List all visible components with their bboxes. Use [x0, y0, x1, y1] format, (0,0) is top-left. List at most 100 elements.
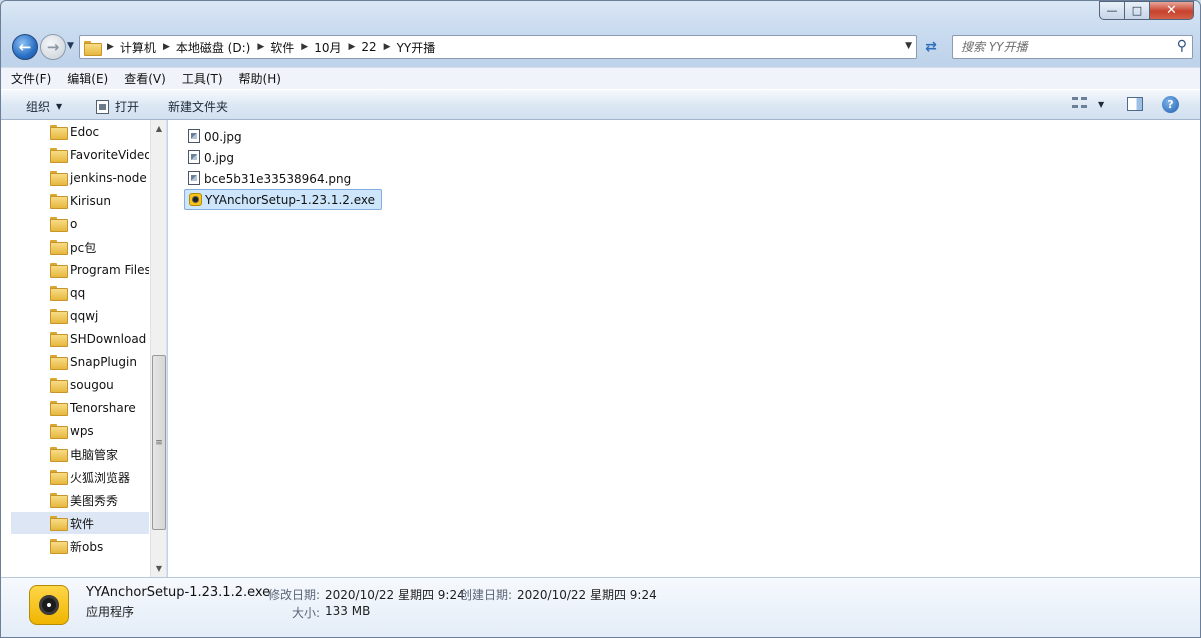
new-folder-button[interactable]: 新建文件夹	[168, 98, 228, 115]
open-button[interactable]: 打开	[96, 98, 139, 115]
sidebar-item-software[interactable]: 软件	[11, 512, 149, 534]
open-label: 打开	[115, 100, 140, 114]
scroll-down-icon[interactable]: ▼	[151, 560, 166, 577]
sidebar-item-kirisun[interactable]: Kirisun	[11, 190, 149, 212]
sidebar-item-program-files[interactable]: Program Files	[11, 259, 149, 281]
maximize-button[interactable]: □	[1125, 1, 1150, 20]
back-button[interactable]: ←	[12, 34, 38, 60]
navigation-pane: Edoc FavoriteVideo jenkins-node Kirisun …	[1, 120, 167, 577]
details-modified-value: 2020/10/22 星期四 9:24	[325, 588, 465, 602]
sidebar-item-snapplugin[interactable]: SnapPlugin	[11, 351, 149, 373]
folder-icon	[50, 309, 68, 324]
file-name: 00.jpg	[204, 129, 242, 144]
file-item-00-jpg[interactable]: 00.jpg	[184, 126, 248, 147]
menu-file[interactable]: 文件(F)	[11, 70, 51, 87]
organize-button[interactable]: 组织 ▼	[26, 98, 62, 115]
folder-icon	[50, 263, 68, 278]
open-file-icon	[96, 99, 109, 114]
scroll-up-icon[interactable]: ▲	[151, 120, 166, 137]
command-bar: 组织 ▼ 打开 新建文件夹 ▼ ?	[1, 89, 1200, 120]
folder-icon	[50, 148, 68, 163]
help-icon[interactable]: ?	[1162, 96, 1179, 113]
file-name: bce5b31e33538964.png	[204, 171, 352, 186]
file-name: YYAnchorSetup-1.23.1.2.exe	[205, 192, 375, 207]
breadcrumb-separator[interactable]: ▶	[257, 42, 264, 52]
breadcrumb-drive-d[interactable]: 本地磁盘 (D:)	[176, 39, 250, 56]
close-button[interactable]: ✕	[1150, 1, 1194, 20]
navigation-scrollbar[interactable]: ▲ ≡ ▼	[150, 120, 166, 577]
sidebar-item-firefox[interactable]: 火狐浏览器	[11, 466, 149, 488]
folder-icon	[50, 171, 68, 186]
sidebar-item-jenkins-node[interactable]: jenkins-node	[11, 167, 149, 189]
folder-icon	[84, 40, 102, 56]
chevron-down-icon: ▼	[56, 102, 63, 111]
details-size-label: 大小:	[292, 606, 321, 620]
details-size-value: 133 MB	[325, 604, 371, 618]
organize-label: 组织	[26, 100, 51, 114]
image-file-icon	[188, 150, 200, 164]
folder-icon	[50, 493, 68, 508]
folder-icon	[50, 470, 68, 485]
menu-view[interactable]: 查看(V)	[124, 70, 166, 87]
folder-icon	[50, 424, 68, 439]
sidebar-item-pc-manager[interactable]: 电脑管家	[11, 443, 149, 465]
menu-tools[interactable]: 工具(T)	[182, 70, 223, 87]
caption-buttons: — □ ✕	[1099, 1, 1194, 20]
recent-pages-dropdown-icon[interactable]: ▼	[67, 41, 74, 51]
file-name: 0.jpg	[204, 150, 235, 165]
search-icon[interactable]: ⚲	[1177, 38, 1187, 54]
breadcrumb-separator[interactable]: ▶	[301, 42, 308, 52]
file-item-png[interactable]: bce5b31e33538964.png	[184, 168, 357, 189]
refresh-icon[interactable]: ⇄	[921, 37, 941, 57]
search-input[interactable]	[961, 40, 1161, 54]
breadcrumb-separator[interactable]: ▶	[107, 42, 114, 52]
image-file-icon	[188, 129, 200, 143]
breadcrumb-october[interactable]: 10月	[314, 39, 341, 56]
sidebar-item-qqwj[interactable]: qqwj	[11, 305, 149, 327]
sidebar-item-qq[interactable]: qq	[11, 282, 149, 304]
details-created-value: 2020/10/22 星期四 9:24	[517, 588, 657, 602]
navigation-bar: ← → ▼ ▶ 计算机 ▶ 本地磁盘 (D:) ▶ 软件 ▶ 10月 ▶ 22 …	[9, 31, 1193, 63]
folder-icon	[50, 194, 68, 209]
sidebar-item-edoc[interactable]: Edoc	[11, 121, 149, 143]
breadcrumb-yy-kaibo[interactable]: YY开播	[397, 39, 436, 56]
file-list-pane: 00.jpg 0.jpg bce5b31e33538964.png YYAnch…	[168, 120, 1200, 577]
breadcrumb-computer[interactable]: 计算机	[120, 39, 156, 56]
folder-icon	[50, 516, 68, 531]
scroll-thumb[interactable]: ≡	[152, 355, 166, 530]
view-options-dropdown-icon[interactable]: ▼	[1098, 100, 1104, 109]
sidebar-item-favoritevideo[interactable]: FavoriteVideo	[11, 144, 149, 166]
minimize-button[interactable]: —	[1099, 1, 1125, 20]
breadcrumb-separator[interactable]: ▶	[163, 42, 170, 52]
details-file-type: 应用程序	[86, 605, 135, 619]
yy-exe-icon	[189, 193, 202, 206]
file-item-yyanchorsetup-exe[interactable]: YYAnchorSetup-1.23.1.2.exe	[184, 189, 382, 210]
change-view-icon[interactable]	[1072, 97, 1087, 111]
sidebar-item-shdownload[interactable]: SHDownload	[11, 328, 149, 350]
breadcrumb-separator[interactable]: ▶	[348, 42, 355, 52]
breadcrumb-software[interactable]: 软件	[270, 39, 294, 56]
sidebar-item-pc-bao[interactable]: pc包	[11, 236, 149, 258]
sidebar-item-meitu[interactable]: 美图秀秀	[11, 489, 149, 511]
sidebar-item-sougou[interactable]: sougou	[11, 374, 149, 396]
forward-button[interactable]: →	[40, 34, 66, 60]
address-bar[interactable]: ▶ 计算机 ▶ 本地磁盘 (D:) ▶ 软件 ▶ 10月 ▶ 22 ▶ YY开播…	[79, 35, 917, 59]
file-item-0-jpg[interactable]: 0.jpg	[184, 147, 240, 168]
folder-icon	[50, 539, 68, 554]
sidebar-item-o[interactable]: o	[11, 213, 149, 235]
folder-icon	[50, 355, 68, 370]
menu-bar: 文件(F) 编辑(E) 查看(V) 工具(T) 帮助(H)	[1, 67, 1200, 89]
sidebar-item-tenorshare[interactable]: Tenorshare	[11, 397, 149, 419]
search-box[interactable]: ⚲	[952, 35, 1193, 59]
breadcrumb-22[interactable]: 22	[361, 40, 376, 54]
folder-icon	[50, 217, 68, 232]
preview-pane-icon[interactable]	[1127, 97, 1143, 111]
folder-icon	[50, 240, 68, 255]
sidebar-item-wps[interactable]: wps	[11, 420, 149, 442]
menu-help[interactable]: 帮助(H)	[239, 70, 281, 87]
details-file-name: YYAnchorSetup-1.23.1.2.exe	[86, 585, 271, 600]
menu-edit[interactable]: 编辑(E)	[67, 70, 108, 87]
address-dropdown-icon[interactable]: ▼	[905, 41, 912, 51]
breadcrumb-separator[interactable]: ▶	[384, 42, 391, 52]
sidebar-item-new-obs[interactable]: 新obs	[11, 535, 149, 557]
